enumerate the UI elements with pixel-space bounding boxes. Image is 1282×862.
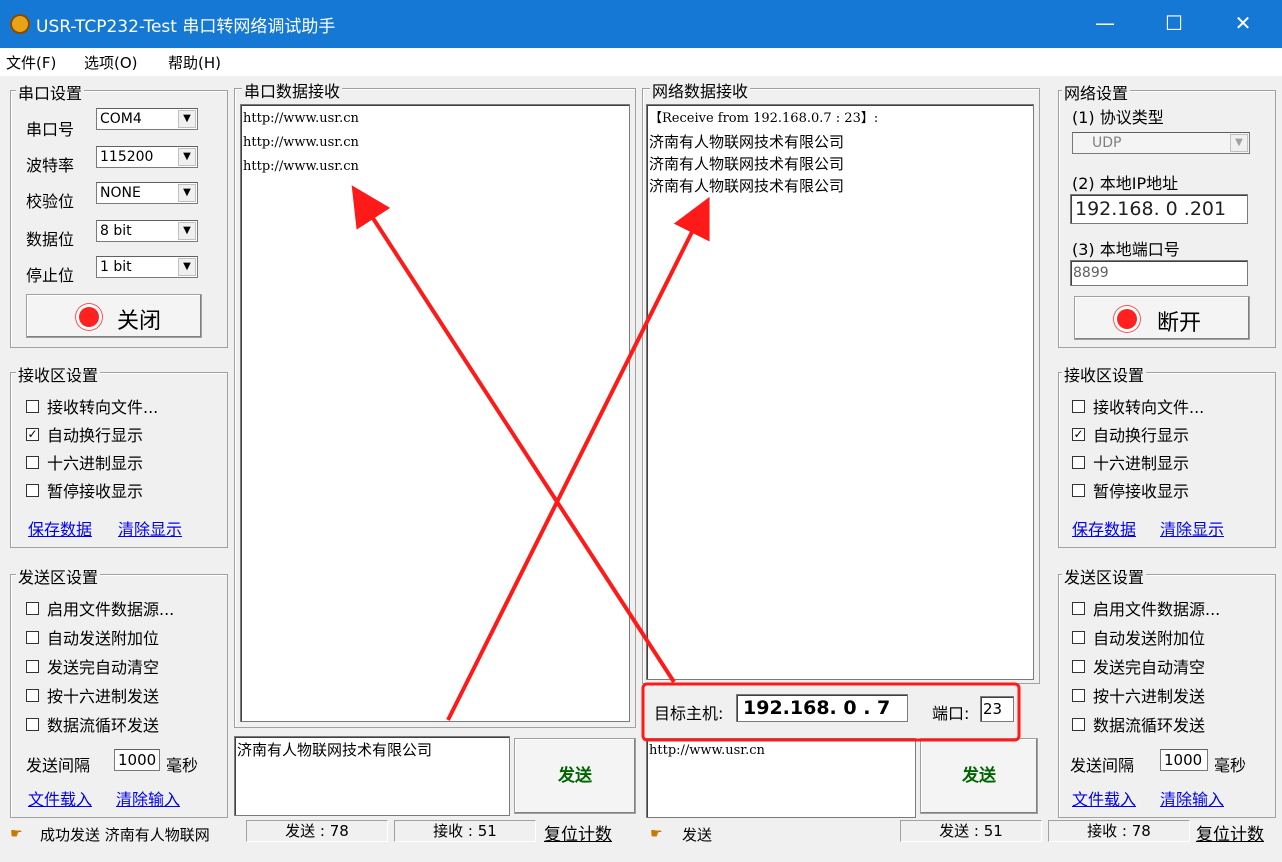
annotation-arrow-network xyxy=(351,185,676,684)
annotation-overlay xyxy=(351,185,1021,742)
annotation-highlight-box xyxy=(641,682,1021,742)
annotation-arrow-serial xyxy=(446,196,710,721)
